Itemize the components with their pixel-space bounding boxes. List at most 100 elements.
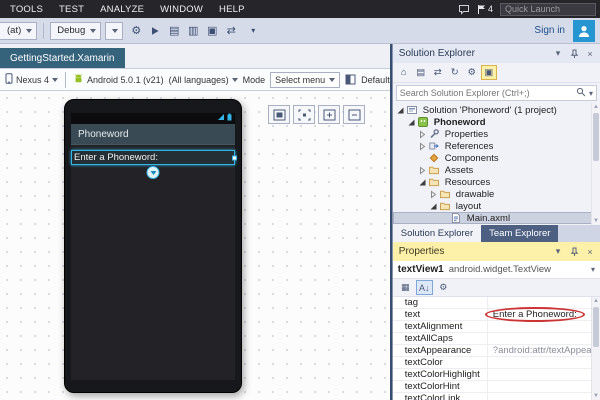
tree-expanded-arrow-icon[interactable] — [407, 118, 417, 127]
resize-handle[interactable] — [232, 155, 237, 160]
solution-search-input[interactable] — [400, 88, 573, 98]
tree-item-layout[interactable]: layout — [393, 200, 600, 212]
tree-item-properties[interactable]: Properties — [393, 128, 600, 140]
tree-item-solution-phoneword-1-project[interactable]: Solution 'Phoneword' (1 project) — [393, 104, 600, 116]
tree-item-references[interactable]: References — [393, 140, 600, 152]
property-row-textappearance[interactable]: textAppearance?android:attr/textAppeara — [393, 345, 600, 357]
tree-expanded-arrow-icon[interactable] — [418, 178, 428, 187]
collapse-all-icon[interactable]: ▤ — [413, 65, 429, 80]
build-gear-icon[interactable]: ⚙ — [127, 22, 145, 40]
property-row-textcolorlink[interactable]: textColorLink — [393, 393, 600, 400]
tree-item-resources[interactable]: Resources — [393, 176, 600, 188]
platform-combo[interactable] — [105, 22, 123, 40]
property-row-textalignment[interactable]: textAlignment — [393, 321, 600, 333]
tree-collapsed-arrow-icon[interactable] — [418, 142, 428, 151]
quick-launch-input[interactable] — [500, 3, 596, 16]
close-icon[interactable]: × — [583, 47, 597, 61]
refresh-icon[interactable]: ↻ — [447, 65, 463, 80]
actual-size-button[interactable] — [293, 105, 315, 124]
tab-team-explorer[interactable]: Team Explorer — [481, 225, 558, 242]
open-file-icon[interactable]: ▥ — [184, 22, 202, 40]
theme-swatch-icon[interactable] — [345, 74, 356, 85]
menu-analyze[interactable]: ANALYZE — [92, 4, 152, 15]
tree-item-main-axml[interactable]: Main.axml — [393, 212, 600, 224]
start-play-icon[interactable] — [146, 22, 164, 40]
language-selector[interactable]: (All languages) — [169, 75, 238, 85]
scroll-down-icon[interactable]: ▼ — [592, 217, 600, 225]
android-version-selector[interactable]: Android 5.0.1 (v21) — [73, 73, 164, 86]
navigate-pair-icon[interactable]: ⇄ — [222, 22, 240, 40]
toolbar-overflow-icon[interactable]: ▾ — [244, 22, 262, 40]
scroll-up-icon[interactable]: ▲ — [592, 297, 600, 305]
property-row-textcolor[interactable]: textColor — [393, 357, 600, 369]
object-selector-caret-icon[interactable]: ▾ — [591, 265, 595, 274]
tree-expanded-arrow-icon[interactable] — [396, 106, 406, 115]
user-avatar-icon[interactable] — [573, 20, 595, 42]
grid-scrollbar[interactable]: ▲ ▼ — [591, 297, 600, 400]
phone-screen[interactable]: Phoneword Enter a Phoneword: — [71, 113, 235, 380]
sign-in-link[interactable]: Sign in — [534, 25, 565, 36]
property-value[interactable] — [488, 333, 600, 344]
tree-collapsed-arrow-icon[interactable] — [418, 166, 428, 175]
properties-icon[interactable]: ⚙ — [464, 65, 480, 80]
property-value[interactable] — [488, 369, 600, 380]
selected-textview[interactable]: Enter a Phoneword: — [71, 150, 235, 165]
pin-icon[interactable] — [567, 47, 581, 61]
menu-window[interactable]: WINDOW — [152, 4, 211, 15]
pin-icon[interactable] — [567, 245, 581, 259]
sync-active-document-icon[interactable]: ⇄ — [430, 65, 446, 80]
property-pages-icon[interactable]: ⚙ — [435, 280, 452, 295]
notifications-flag-icon[interactable]: 4 — [477, 4, 493, 15]
fit-to-window-button[interactable] — [268, 105, 290, 124]
categorized-icon[interactable]: ▦ — [397, 280, 414, 295]
target-combo[interactable]: (at) — [0, 22, 37, 40]
tree-scrollbar[interactable]: ▲ ▼ — [591, 103, 600, 225]
property-value[interactable] — [488, 357, 600, 368]
property-value[interactable] — [488, 393, 600, 400]
property-value[interactable] — [488, 381, 600, 392]
tab-gettingstarted-xamarin[interactable]: GettingStarted.Xamarin — [0, 48, 125, 68]
zoom-in-region-button[interactable] — [318, 105, 340, 124]
property-value[interactable] — [488, 321, 600, 332]
search-options-caret-icon[interactable]: ▾ — [589, 89, 593, 98]
property-value[interactable]: Enter a Phoneword: — [488, 309, 600, 320]
tree-collapsed-arrow-icon[interactable] — [418, 130, 428, 139]
property-value[interactable] — [488, 297, 600, 308]
menu-test[interactable]: TEST — [51, 4, 92, 15]
scrollbar-thumb[interactable] — [593, 113, 599, 161]
window-position-icon[interactable]: ▾ — [551, 47, 565, 61]
scroll-up-icon[interactable]: ▲ — [592, 103, 600, 111]
tree-item-drawable[interactable]: drawable — [393, 188, 600, 200]
save-all-icon[interactable]: ▣ — [203, 22, 221, 40]
configuration-combo[interactable]: Debug — [50, 22, 101, 40]
property-row-textcolorhint[interactable]: textColorHint — [393, 381, 600, 393]
alphabetical-icon[interactable]: A↓ — [416, 280, 433, 295]
window-position-icon[interactable]: ▾ — [551, 245, 565, 259]
scroll-down-icon[interactable]: ▼ — [592, 392, 600, 400]
scrollbar-thumb[interactable] — [593, 307, 599, 347]
menu-tools[interactable]: TOOLS — [2, 4, 51, 15]
tab-solution-explorer[interactable]: Solution Explorer — [393, 225, 481, 242]
zoom-out-region-button[interactable] — [343, 105, 365, 124]
tree-expanded-arrow-icon[interactable] — [429, 202, 439, 211]
adorner-chevron-icon[interactable] — [147, 166, 160, 179]
new-item-icon[interactable]: ▤ — [165, 22, 183, 40]
feedback-bubble-icon[interactable] — [458, 4, 470, 15]
select-menu-combo[interactable]: Select menu — [270, 72, 340, 88]
tree-item-phoneword[interactable]: Phoneword — [393, 116, 600, 128]
phone-content-area[interactable]: Enter a Phoneword: — [71, 145, 235, 380]
device-selector[interactable]: Nexus 4 — [5, 73, 58, 86]
designer-canvas[interactable]: Phoneword Enter a Phoneword: — [0, 91, 390, 400]
properties-object-row[interactable]: textView1 android.widget.TextView ▾ — [393, 261, 600, 279]
search-icon[interactable] — [576, 87, 586, 100]
preview-selected-icon[interactable]: ▣ — [481, 65, 497, 80]
menu-help[interactable]: HELP — [211, 4, 253, 15]
tree-collapsed-arrow-icon[interactable] — [429, 190, 439, 199]
home-icon[interactable]: ⌂ — [396, 65, 412, 80]
tree-item-assets[interactable]: Assets — [393, 164, 600, 176]
close-icon[interactable]: × — [583, 245, 597, 259]
tree-item-components[interactable]: Components — [393, 152, 600, 164]
property-row-textcolorhighlight[interactable]: textColorHighlight — [393, 369, 600, 381]
property-row-text[interactable]: textEnter a Phoneword: — [393, 309, 600, 321]
property-row-textallcaps[interactable]: textAllCaps — [393, 333, 600, 345]
